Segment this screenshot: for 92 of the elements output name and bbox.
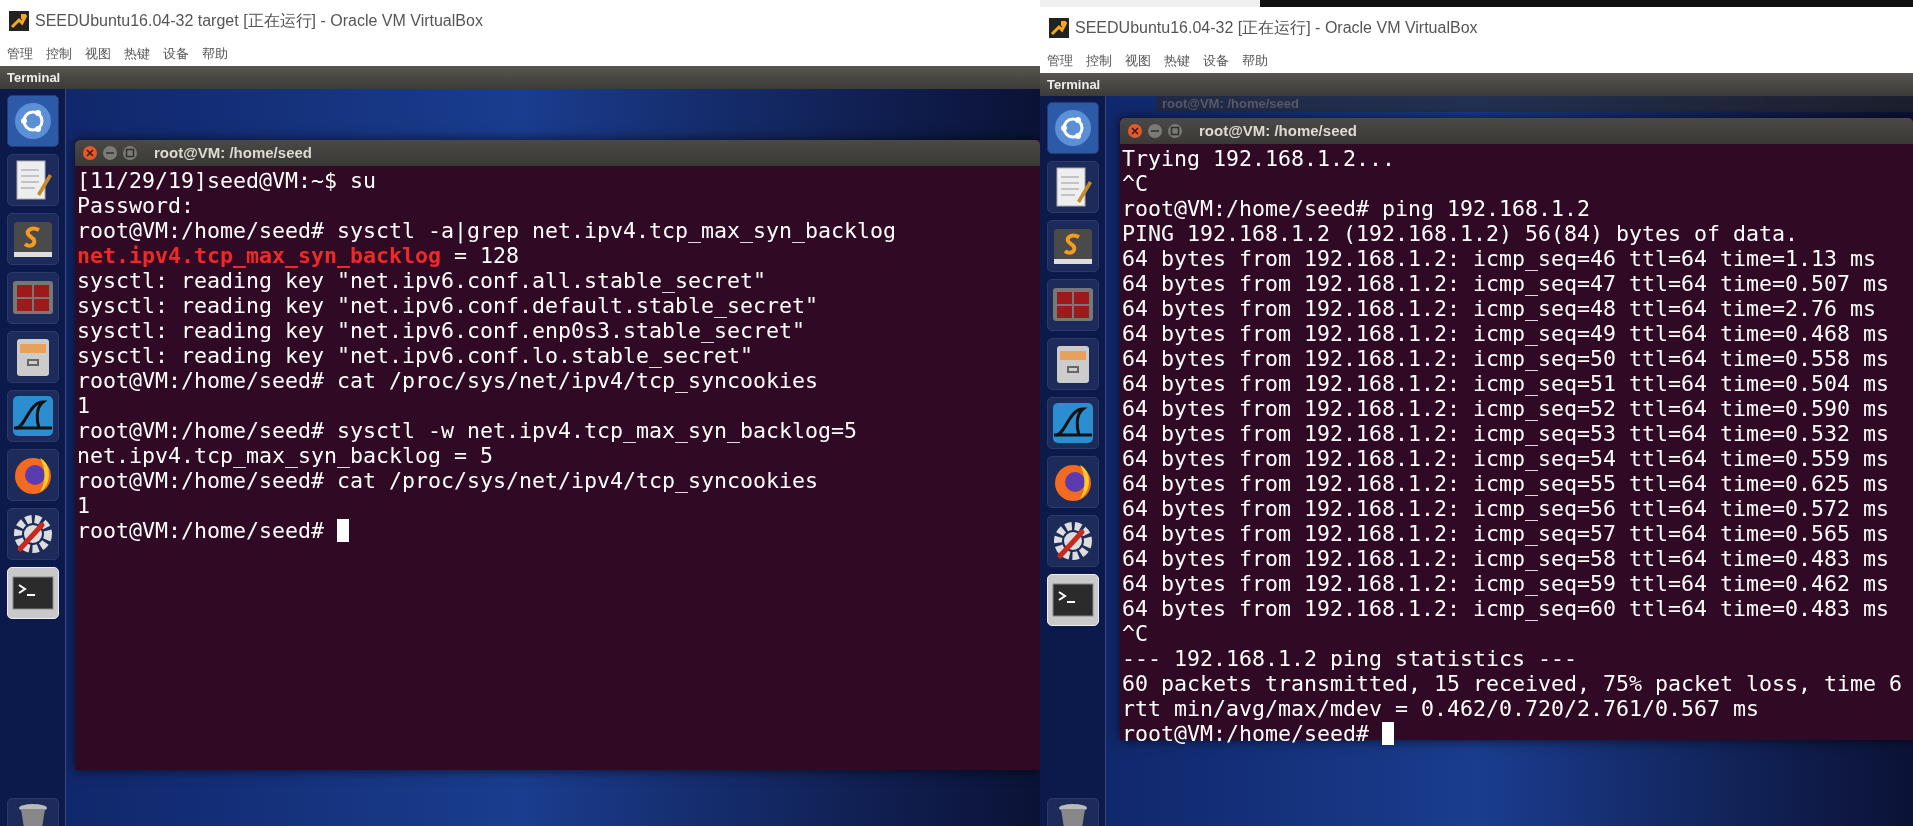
text-editor-launcher[interactable]	[6, 154, 59, 206]
sublime-launcher[interactable]	[1046, 220, 1099, 272]
menu-item[interactable]: 帮助	[1242, 51, 1268, 71]
terminal-line: 64 bytes from 192.168.1.2: icmp_seq=48 ttl=64 time=2.76 ms	[1122, 296, 1877, 321]
terminal-prompt: root@VM:/home/seed#	[1122, 721, 1369, 746]
terminal-line: PING 192.168.1.2 (192.168.1.2) 56(84) bytes of data.	[1122, 221, 1799, 246]
gear-wrench-icon	[1051, 520, 1094, 562]
terminal-line: root@VM:/home/seed# cat /proc/sys/net/ipv4/tcp_syncookies	[77, 368, 819, 393]
terminal-line: 64 bytes from 192.168.1.2: icmp_seq=50 ttl=64 time=0.558 ms	[1122, 346, 1890, 371]
menu-item[interactable]: 热键	[1164, 51, 1190, 71]
wireshark-launcher[interactable]	[1046, 397, 1099, 449]
firefox-launcher[interactable]	[6, 449, 59, 501]
firefox-launcher[interactable]	[1046, 456, 1099, 508]
trash-launcher[interactable]	[6, 798, 59, 826]
terminal-line: root@VM:/home/seed# ping 192.168.1.2	[1122, 196, 1591, 221]
menu-item[interactable]: 视图	[85, 44, 111, 64]
terminal-prompt-icon	[1051, 583, 1094, 617]
menu-item[interactable]: 设备	[1203, 51, 1229, 71]
gear-wrench-icon	[11, 513, 54, 555]
terminal-line: 64 bytes from 192.168.1.2: icmp_seq=58 ttl=64 time=0.483 ms	[1122, 546, 1890, 571]
terminal-line: ^C	[1122, 621, 1148, 646]
files-launcher[interactable]	[1046, 338, 1099, 390]
shark-fin-icon	[10, 394, 55, 438]
vm-window-title: SEEDUbuntu16.04-32 [正在运行] - Oracle VM VirtualBox	[1075, 18, 1478, 38]
terminal-line: 64 bytes from 192.168.1.2: icmp_seq=52 ttl=64 time=0.590 ms	[1122, 396, 1890, 421]
circle-of-friends-icon	[1052, 108, 1093, 148]
shark-fin-icon	[1050, 401, 1095, 445]
vm-window-title: SEEDUbuntu16.04-32 target [正在运行] - Oracle VM VirtualBox	[35, 11, 483, 31]
menu-item[interactable]: 设备	[163, 44, 189, 64]
terminal-line: 64 bytes from 192.168.1.2: icmp_seq=54 ttl=64 time=0.559 ms	[1122, 446, 1890, 471]
app-logo-icon	[1049, 18, 1069, 38]
trash-launcher[interactable]	[1046, 798, 1099, 826]
text-editor-launcher[interactable]	[1046, 161, 1099, 213]
window-controls-icon[interactable]	[1127, 123, 1185, 139]
system-monitor-launcher[interactable]	[6, 272, 59, 324]
text-cursor	[337, 519, 349, 542]
terminal-title: root@VM: /home/seed	[1199, 120, 1357, 141]
terminal-line: 64 bytes from 192.168.1.2: icmp_seq=49 ttl=64 time=0.468 ms	[1122, 321, 1890, 346]
terminal-title: root@VM: /home/seed	[154, 142, 312, 163]
terminal-line: 1	[77, 493, 90, 518]
terminal-line: net.ipv4.tcp_max_syn_backlog = 5	[77, 443, 494, 468]
terminal-line: 64 bytes from 192.168.1.2: icmp_seq=53 ttl=64 time=0.532 ms	[1122, 421, 1890, 446]
text-cursor	[1382, 722, 1394, 745]
menu-item[interactable]: 管理	[7, 44, 33, 64]
wireshark-launcher[interactable]	[6, 390, 59, 442]
system-monitor-launcher[interactable]	[1046, 279, 1099, 331]
terminal-line: 64 bytes from 192.168.1.2: icmp_seq=56 ttl=64 time=0.572 ms	[1122, 496, 1890, 521]
terminal-line: root@VM:/home/seed# sysctl -a|grep net.ipv4.tcp_max_syn_backlog	[77, 218, 897, 243]
panel-title: Terminal	[1047, 75, 1101, 94]
terminal-launcher[interactable]	[6, 567, 59, 619]
dash-button[interactable]	[1046, 102, 1099, 154]
menu-item[interactable]: 视图	[1125, 51, 1151, 71]
window-controls-icon[interactable]	[82, 145, 140, 161]
menu-item[interactable]: 管理	[1047, 51, 1073, 71]
terminal-line: rtt min/avg/max/mdev = 0.462/0.720/2.761/0.567 ms	[1122, 696, 1760, 721]
terminal-line: 64 bytes from 192.168.1.2: icmp_seq=55 ttl=64 time=0.625 ms	[1122, 471, 1890, 496]
terminal-line: root@VM:/home/seed# sysctl -w net.ipv4.tcp_max_syn_backlog=5	[77, 418, 858, 443]
menu-item[interactable]: 帮助	[202, 44, 228, 64]
menu-item[interactable]: 控制	[1086, 51, 1112, 71]
terminal-line: [11/29/19]seed@VM:~$ su	[77, 168, 376, 193]
menu-item[interactable]: 热键	[124, 44, 150, 64]
terminal-prompt-icon	[11, 576, 54, 610]
terminal-prompt: root@VM:/home/seed#	[77, 518, 324, 543]
terminal-line: 64 bytes from 192.168.1.2: icmp_seq=59 ttl=64 time=0.462 ms	[1122, 571, 1890, 596]
terminal-line: root@VM:/home/seed# cat /proc/sys/net/ipv4/tcp_syncookies	[77, 468, 819, 493]
terminal-line: sysctl: reading key "net.ipv6.conf.default.stable_secret"	[77, 293, 819, 318]
app-logo-icon	[9, 11, 29, 31]
terminal-line: net.ipv4.tcp_max_syn_backlog = 128	[77, 243, 520, 268]
terminal-line: ^C	[1122, 171, 1148, 196]
terminal-line: 1	[77, 393, 90, 418]
panel-title: Terminal	[7, 68, 61, 87]
terminal-line: sysctl: reading key "net.ipv6.conf.all.stable_secret"	[77, 268, 767, 293]
sublime-launcher[interactable]	[6, 213, 59, 265]
settings-launcher[interactable]	[1046, 515, 1099, 567]
settings-launcher[interactable]	[6, 508, 59, 560]
circle-of-friends-icon	[12, 101, 53, 141]
terminal-line: --- 192.168.1.2 ping statistics ---	[1122, 646, 1578, 671]
background-window-title: root@VM: /home/seed	[1162, 96, 1299, 112]
terminal-line: Password:	[77, 193, 194, 218]
terminal-line: Trying 192.168.1.2...	[1122, 146, 1395, 171]
terminal-line: 64 bytes from 192.168.1.2: icmp_seq=57 ttl=64 time=0.565 ms	[1122, 521, 1890, 546]
terminal-line: 64 bytes from 192.168.1.2: icmp_seq=47 ttl=64 time=0.507 ms	[1122, 271, 1890, 296]
menu-item[interactable]: 控制	[46, 44, 72, 64]
terminal-line: 64 bytes from 192.168.1.2: icmp_seq=46 ttl=64 time=1.13 ms	[1122, 246, 1877, 271]
terminal-line: 64 bytes from 192.168.1.2: icmp_seq=51 ttl=64 time=0.504 ms	[1122, 371, 1890, 396]
files-launcher[interactable]	[6, 331, 59, 383]
terminal-launcher[interactable]	[1046, 574, 1099, 626]
dash-button[interactable]	[6, 95, 59, 147]
terminal-line: 60 packets transmitted, 15 received, 75% packet loss, time 6	[1122, 671, 1903, 696]
terminal-line: sysctl: reading key "net.ipv6.conf.enp0s3.stable_secret"	[77, 318, 806, 343]
terminal-line: 64 bytes from 192.168.1.2: icmp_seq=60 ttl=64 time=0.483 ms	[1122, 596, 1890, 621]
terminal-line: sysctl: reading key "net.ipv6.conf.lo.stable_secret"	[77, 343, 754, 368]
